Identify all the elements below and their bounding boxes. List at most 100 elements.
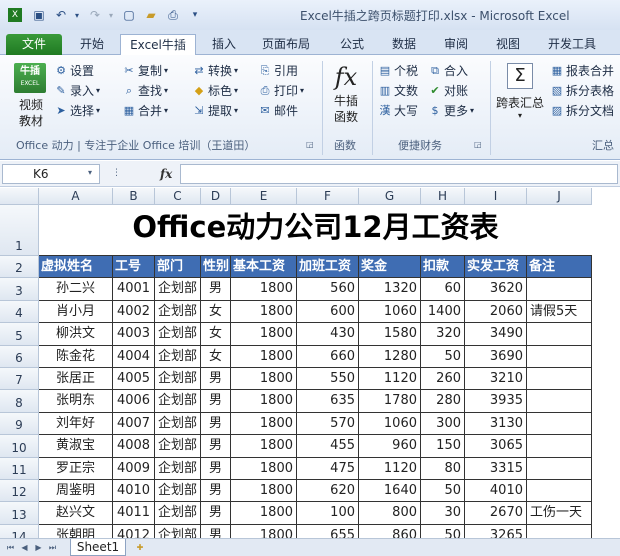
table-header-cell[interactable]: 实发工资 xyxy=(465,256,527,279)
table-cell[interactable]: 560 xyxy=(297,278,359,301)
table-cell[interactable]: 企划部 xyxy=(155,368,201,391)
table-cell[interactable]: 320 xyxy=(421,323,465,346)
niuchao-functions-button[interactable]: fx 牛插 函数 xyxy=(326,61,366,125)
table-cell[interactable]: 4010 xyxy=(113,480,155,503)
table-cell[interactable]: 4010 xyxy=(465,480,527,503)
row-header[interactable]: 13 xyxy=(0,502,39,525)
customize-qat-icon[interactable]: ▾ xyxy=(186,7,204,23)
table-cell[interactable]: 3210 xyxy=(465,368,527,391)
row-header[interactable]: 6 xyxy=(0,345,39,368)
tab-page-layout[interactable]: 页面布局 xyxy=(256,34,316,55)
table-cell[interactable]: 60 xyxy=(421,278,465,301)
print-button[interactable]: ⎙ 打印 ▾ xyxy=(258,81,304,101)
insert-function-icon[interactable]: fx xyxy=(160,164,180,184)
table-cell[interactable] xyxy=(527,368,592,391)
select-button[interactable]: ➤ 选择 ▾ xyxy=(54,101,100,121)
table-cell[interactable]: 1800 xyxy=(231,300,297,324)
table-cell[interactable]: 260 xyxy=(421,368,465,391)
first-sheet-icon[interactable]: ⏮ xyxy=(4,540,17,555)
table-header-cell[interactable]: 加班工资 xyxy=(297,256,359,279)
table-cell[interactable]: 企划部 xyxy=(155,457,201,480)
uppercase-button[interactable]: 漢大写 xyxy=(378,101,419,121)
row-header[interactable]: 1 xyxy=(0,205,39,256)
table-cell[interactable]: 1800 xyxy=(231,323,297,346)
table-cell[interactable]: 1800 xyxy=(231,390,297,413)
row-header[interactable]: 8 xyxy=(0,390,39,413)
table-cell[interactable]: 男 xyxy=(201,412,231,436)
input-button[interactable]: ✎ 录入 ▾ xyxy=(54,81,100,101)
row-header[interactable]: 7 xyxy=(0,368,39,391)
table-cell[interactable]: 2060 xyxy=(465,300,527,324)
table-cell[interactable] xyxy=(527,435,592,458)
table-cell[interactable]: 张朝明 xyxy=(39,524,113,538)
tab-file[interactable]: 文件 xyxy=(6,34,62,55)
tab-data[interactable]: 数据 xyxy=(386,34,422,55)
column-header[interactable]: A xyxy=(39,188,113,205)
table-cell[interactable]: 张明东 xyxy=(39,390,113,413)
table-cell[interactable]: 1320 xyxy=(359,278,421,301)
more-button[interactable]: $ 更多 ▾ xyxy=(428,101,475,121)
table-cell[interactable]: 企划部 xyxy=(155,323,201,346)
table-cell[interactable]: 1060 xyxy=(359,412,421,436)
table-cell[interactable]: 50 xyxy=(421,524,465,538)
table-header-cell[interactable]: 扣款 xyxy=(421,256,465,279)
table-cell[interactable]: 570 xyxy=(297,412,359,436)
row-header[interactable]: 3 xyxy=(0,278,39,301)
tax-button[interactable]: ▤ 个税 xyxy=(378,61,418,81)
table-cell[interactable]: 柳洪文 xyxy=(39,323,113,346)
table-cell[interactable]: 3935 xyxy=(465,390,527,413)
table-cell[interactable]: 1640 xyxy=(359,480,421,503)
dialog-launcher-icon[interactable]: ◲ xyxy=(474,140,482,149)
table-cell[interactable]: 550 xyxy=(297,368,359,391)
column-header[interactable]: E xyxy=(231,188,297,205)
table-cell[interactable]: 800 xyxy=(359,502,421,525)
print-preview-icon[interactable]: ⎙ xyxy=(164,7,182,23)
table-cell[interactable]: 3130 xyxy=(465,412,527,436)
column-header[interactable]: C xyxy=(155,188,201,205)
open-folder-icon[interactable]: ▰ xyxy=(142,7,160,23)
reconcile-button[interactable]: ✔ 对账 xyxy=(428,81,474,101)
table-cell[interactable]: 600 xyxy=(297,300,359,324)
table-cell[interactable]: 1800 xyxy=(231,368,297,391)
table-cell[interactable]: 280 xyxy=(421,390,465,413)
table-cell[interactable]: 4001 xyxy=(113,278,155,301)
table-cell[interactable]: 4003 xyxy=(113,323,155,346)
undo-dropdown-icon[interactable]: ▾ xyxy=(68,7,86,23)
table-cell[interactable]: 企划部 xyxy=(155,345,201,368)
row-header[interactable]: 4 xyxy=(0,300,39,324)
video-tutorial-button[interactable]: 视频 教材 xyxy=(14,97,48,129)
merge-in-button[interactable]: ⧉ 合入 xyxy=(428,61,474,81)
table-cell[interactable]: 4011 xyxy=(113,502,155,525)
split-doc-button[interactable]: ▨ 拆分文档 xyxy=(550,101,614,121)
table-cell[interactable]: 4009 xyxy=(113,457,155,480)
table-cell[interactable]: 男 xyxy=(201,368,231,391)
table-header-cell[interactable]: 奖金 xyxy=(359,256,421,279)
table-cell[interactable]: 50 xyxy=(421,345,465,368)
table-cell[interactable]: 620 xyxy=(297,480,359,503)
table-cell[interactable]: 女 xyxy=(201,300,231,324)
table-cell[interactable] xyxy=(527,457,592,480)
column-header[interactable]: F xyxy=(297,188,359,205)
table-header-cell[interactable]: 工号 xyxy=(113,256,155,279)
table-cell[interactable]: 企划部 xyxy=(155,480,201,503)
column-header[interactable]: H xyxy=(421,188,465,205)
copy-button[interactable]: ✂ 复制 ▾ xyxy=(122,61,168,81)
table-cell[interactable]: 3265 xyxy=(465,524,527,538)
merge-button[interactable]: ▦ 合并 ▾ xyxy=(122,101,168,121)
table-cell[interactable]: 1400 xyxy=(421,300,465,324)
split-table-button[interactable]: ▧ 拆分表格 xyxy=(550,81,614,101)
sheet-tab-sheet1[interactable]: Sheet1 xyxy=(70,539,126,556)
table-cell[interactable]: 男 xyxy=(201,524,231,538)
text-number-button[interactable]: ▥ 文数 xyxy=(378,81,418,101)
table-cell[interactable]: 企划部 xyxy=(155,524,201,538)
table-cell[interactable] xyxy=(527,390,592,413)
table-cell[interactable]: 100 xyxy=(297,502,359,525)
table-header-cell[interactable]: 部门 xyxy=(155,256,201,279)
table-cell[interactable]: 1060 xyxy=(359,300,421,324)
table-cell[interactable]: 男 xyxy=(201,480,231,503)
table-cell[interactable]: 工伤一天 xyxy=(527,502,592,525)
table-cell[interactable] xyxy=(527,278,592,301)
table-cell[interactable]: 男 xyxy=(201,435,231,458)
table-cell[interactable]: 1780 xyxy=(359,390,421,413)
table-cell[interactable]: 4008 xyxy=(113,435,155,458)
